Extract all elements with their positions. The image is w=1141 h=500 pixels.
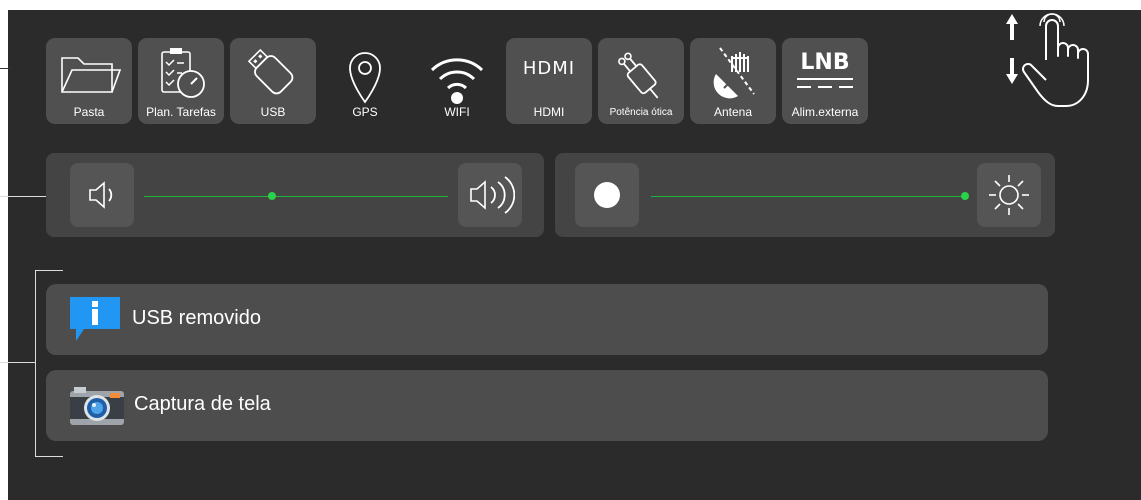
- volume-down-button[interactable]: [70, 163, 134, 227]
- lnb-icon-lines: [797, 78, 853, 80]
- folder-icon: [61, 57, 122, 93]
- notification-text: USB removido: [132, 307, 261, 329]
- tile-label: WIFI: [444, 105, 470, 119]
- bracket-vertical: [35, 270, 36, 456]
- callout-line-tiles: [0, 68, 12, 69]
- brightness-low-icon: [594, 182, 620, 208]
- tile-label: HDMI: [533, 105, 565, 119]
- tile-alim-externa[interactable]: LNB Alim.externa: [782, 38, 868, 124]
- volume-knob[interactable]: [267, 192, 276, 200]
- notification-usb-removed[interactable]: USB removido: [46, 284, 1048, 355]
- volume-track[interactable]: [144, 196, 448, 197]
- tile-label: Potência ótica: [609, 107, 673, 118]
- notification-text: Captura de tela: [134, 393, 271, 415]
- swipe-vertical-hand-icon: [1006, 13, 1089, 107]
- tile-label: Pasta: [73, 105, 105, 119]
- wifi-icon: [430, 58, 484, 104]
- camera-icon: [70, 387, 124, 425]
- usb-icon: [247, 48, 294, 95]
- lnb-icon-dashes: [797, 86, 853, 88]
- volume-low-icon: [89, 181, 113, 209]
- tile-gps[interactable]: GPS: [322, 38, 408, 124]
- tile-plan-tarefas[interactable]: Plan. Tarefas: [138, 38, 224, 124]
- brightness-high-icon: [989, 175, 1029, 215]
- bracket-top: [35, 270, 63, 271]
- brightness-slider-panel: [555, 153, 1055, 237]
- info-icon: [70, 297, 120, 341]
- volume-slider-panel: [46, 153, 544, 237]
- tile-label: USB: [260, 105, 286, 119]
- tile-hdmi[interactable]: HDMI HDMI: [506, 38, 592, 124]
- task-schedule-icon: [161, 48, 205, 98]
- callout-line-sliders: [0, 196, 46, 197]
- tile-label: GPS: [352, 105, 378, 119]
- volume-high-icon: [470, 176, 515, 214]
- tile-label: Alim.externa: [791, 105, 859, 119]
- tile-wifi[interactable]: WIFI: [414, 38, 500, 124]
- optical-power-icon: [618, 52, 659, 99]
- hdmi-icon: HDMI: [522, 58, 576, 79]
- tile-usb[interactable]: USB: [230, 38, 316, 124]
- antenna-icon: [713, 47, 755, 99]
- gps-pin-icon: [349, 52, 381, 104]
- brightness-track[interactable]: [651, 196, 965, 197]
- brightness-down-button[interactable]: [575, 163, 639, 227]
- volume-up-button[interactable]: [458, 163, 522, 227]
- brightness-knob[interactable]: [961, 192, 969, 200]
- lnb-icon: LNB: [800, 50, 850, 75]
- callout-line-notifications: [0, 362, 36, 363]
- tile-pasta[interactable]: Pasta: [46, 38, 132, 124]
- tile-potencia-otica[interactable]: Potência ótica: [598, 38, 684, 124]
- tile-label: Plan. Tarefas: [146, 105, 216, 119]
- tile-label: Antena: [713, 105, 753, 119]
- bracket-bottom: [35, 456, 63, 457]
- notification-screenshot[interactable]: Captura de tela: [46, 370, 1048, 441]
- brightness-up-button[interactable]: [977, 163, 1041, 227]
- tile-antena[interactable]: Antena: [690, 38, 776, 124]
